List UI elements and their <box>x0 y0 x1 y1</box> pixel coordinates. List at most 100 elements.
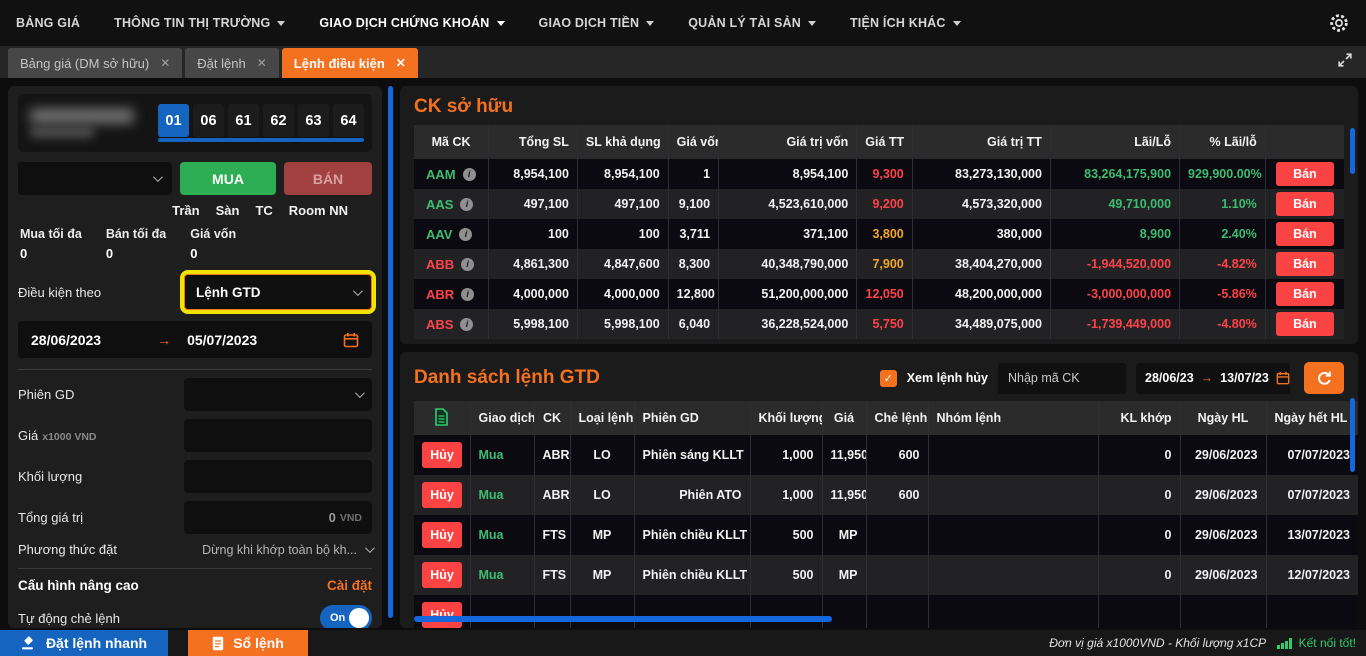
auto-split-toggle[interactable]: On <box>320 605 372 628</box>
quantity-input[interactable] <box>184 460 372 493</box>
sub-account-06[interactable]: 06 <box>193 104 224 137</box>
close-icon[interactable]: ✕ <box>160 56 170 70</box>
panel-scrollbar[interactable] <box>388 86 393 618</box>
close-icon[interactable]: ✕ <box>257 56 267 70</box>
sell-row-button[interactable]: Bán <box>1276 162 1334 186</box>
vertical-scrollbar[interactable] <box>1350 398 1355 472</box>
show-cancelled-label: Xem lệnh hủy <box>907 371 988 385</box>
gtd-date-range[interactable]: 28/06/23 13/07/23 <box>1136 363 1290 394</box>
col-khoi-luong: Khối lượng <box>750 401 822 435</box>
sell-row-button[interactable]: Bán <box>1276 222 1334 246</box>
nav-quan-ly-tai-san[interactable]: QUẢN LÝ TÀI SẢN <box>688 16 816 30</box>
cell-ngay-het-hl: 13/07/2023 <box>1266 515 1358 555</box>
main-content: 01 06 61 62 63 64 MUA BÁN Trần Sàn TC Ro… <box>0 78 1366 630</box>
condition-type-select[interactable]: Lệnh GTD <box>184 274 372 310</box>
nav-giao-dich-tien[interactable]: GIAO DỊCH TIỀN <box>539 16 655 30</box>
date-from[interactable]: 28/06/2023 <box>31 332 101 348</box>
tab-dat-lenh[interactable]: Đặt lệnh✕ <box>185 48 278 78</box>
tab-lenh-dieu-kien[interactable]: Lệnh điều kiện✕ <box>282 48 418 78</box>
quick-order-button[interactable]: Đặt lệnh nhanh <box>0 630 168 656</box>
cancel-order-button[interactable]: Hủy <box>422 442 462 468</box>
cell-gia-tri-tt: 4,573,320,000 <box>912 189 1050 219</box>
sell-row-button[interactable]: Bán <box>1276 282 1334 306</box>
export-column-header[interactable] <box>414 401 470 435</box>
horizontal-scrollbar[interactable] <box>414 616 832 622</box>
settings-link[interactable]: Cài đặt <box>327 578 372 593</box>
symbol-select[interactable] <box>18 162 172 195</box>
cell-khoi-luong: 500 <box>750 515 822 555</box>
cell-pct-lai-lo: 929,900.00% <box>1180 159 1266 189</box>
info-icon[interactable] <box>459 228 472 241</box>
expand-icon[interactable] <box>1338 53 1352 72</box>
show-cancelled-checkbox[interactable] <box>880 370 897 387</box>
tab-bang-gia-dm-so-huu[interactable]: Bảng giá (DM sở hữu)✕ <box>8 48 182 78</box>
order-stats: Mua tối đa 0 Bán tối đa 0 Giá vốn 0 <box>18 227 372 261</box>
calendar-icon[interactable] <box>343 332 359 348</box>
refresh-button[interactable] <box>1304 362 1344 394</box>
nav-thong-tin-thi-truong[interactable]: THÔNG TIN THỊ TRƯỜNG <box>114 16 285 30</box>
sub-account-61[interactable]: 61 <box>228 104 259 137</box>
order-book-label: Sổ lệnh <box>233 635 284 651</box>
calendar-icon[interactable] <box>1276 371 1290 385</box>
auto-split-label: Tự động chẻ lệnh <box>18 611 120 626</box>
unit-note: Đơn vị giá x1000VND - Khối lượng x1CP <box>1049 636 1266 650</box>
col-nhom-lenh: Nhóm lệnh <box>928 401 1098 435</box>
stat-label: Bán tối đa <box>106 227 166 241</box>
sell-row-button[interactable]: Bán <box>1276 312 1334 336</box>
chevron-down-icon <box>953 21 961 26</box>
gavel-icon <box>21 636 37 650</box>
validity-date-range[interactable]: 28/06/2023 05/07/2023 <box>18 321 372 358</box>
session-select[interactable] <box>184 378 372 411</box>
cell-gia-tt: 9,300 <box>857 159 912 189</box>
col-kl-khop: KL khớp <box>1098 401 1180 435</box>
nav-bang-gia[interactable]: BẢNG GIÁ <box>16 16 80 30</box>
sub-account-64[interactable]: 64 <box>333 104 364 137</box>
sell-button[interactable]: BÁN <box>284 162 372 195</box>
info-icon[interactable] <box>460 198 473 211</box>
nav-giao-dich-chung-khoan[interactable]: GIAO DỊCH CHỨNG KHOÁN <box>319 16 504 30</box>
cancel-order-button[interactable]: Hủy <box>422 562 462 588</box>
placement-method-select[interactable]: Dừng khi khớp toàn bộ kh... <box>172 543 372 557</box>
date-to[interactable]: 13/07/23 <box>1220 371 1269 385</box>
cell-gia-tri-tt: 83,273,130,000 <box>912 159 1050 189</box>
cell-pct-lai-lo: 1.10% <box>1180 189 1266 219</box>
close-icon[interactable]: ✕ <box>396 56 406 70</box>
cancel-order-button[interactable]: Hủy <box>422 522 462 548</box>
sell-row-button[interactable]: Bán <box>1276 192 1334 216</box>
cell-phien-gd: Phiên chiều KLLT <box>634 555 750 595</box>
col-che-lenh: Chẻ lệnh <box>866 401 928 435</box>
sub-account-01[interactable]: 01 <box>158 104 189 137</box>
order-book-button[interactable]: Sổ lệnh <box>188 630 308 656</box>
cell-khoi-luong: 500 <box>750 555 822 595</box>
cell-gia-von: 1 <box>668 159 718 189</box>
cancel-order-button[interactable]: Hủy <box>422 482 462 508</box>
info-icon[interactable] <box>463 168 476 181</box>
stat-value: 0 <box>190 246 236 261</box>
sub-account-62[interactable]: 62 <box>263 104 294 137</box>
cell-side: Mua <box>470 555 534 595</box>
gear-icon[interactable] <box>1328 12 1350 34</box>
gtd-table: Giao dịch CK Loại lệnh Phiên GD Khối lượ… <box>414 401 1358 628</box>
redacted-text <box>30 128 94 137</box>
cancel-order-button[interactable]: Hủy <box>422 602 462 628</box>
export-file-icon <box>434 408 449 426</box>
nav-tien-ich-khac[interactable]: TIỆN ÍCH KHÁC <box>850 16 961 30</box>
cell-loai-lenh: MP <box>570 555 634 595</box>
date-to[interactable]: 05/07/2023 <box>187 332 257 348</box>
advanced-config-label: Cấu hình nâng cao <box>18 578 139 593</box>
info-icon[interactable] <box>460 318 473 331</box>
chevron-down-icon <box>277 21 285 26</box>
info-icon[interactable] <box>461 258 474 271</box>
symbol-filter-input[interactable] <box>998 363 1126 394</box>
table-row: Hủy Mua FTS MP Phiên chiều KLLT 500 MP 0… <box>414 515 1358 555</box>
price-input[interactable] <box>184 419 372 452</box>
bottom-bar: Đặt lệnh nhanh Sổ lệnh Đơn vị giá x1000V… <box>0 630 1366 656</box>
sell-row-button[interactable]: Bán <box>1276 252 1334 276</box>
date-from[interactable]: 28/06/23 <box>1145 371 1194 385</box>
vertical-scrollbar[interactable] <box>1350 128 1355 174</box>
info-icon[interactable] <box>461 288 474 301</box>
chevron-down-icon <box>497 21 505 26</box>
sub-account-63[interactable]: 63 <box>298 104 329 137</box>
buy-button[interactable]: MUA <box>180 162 276 195</box>
col-gia-tri-tt: Giá trị TT <box>912 125 1050 159</box>
